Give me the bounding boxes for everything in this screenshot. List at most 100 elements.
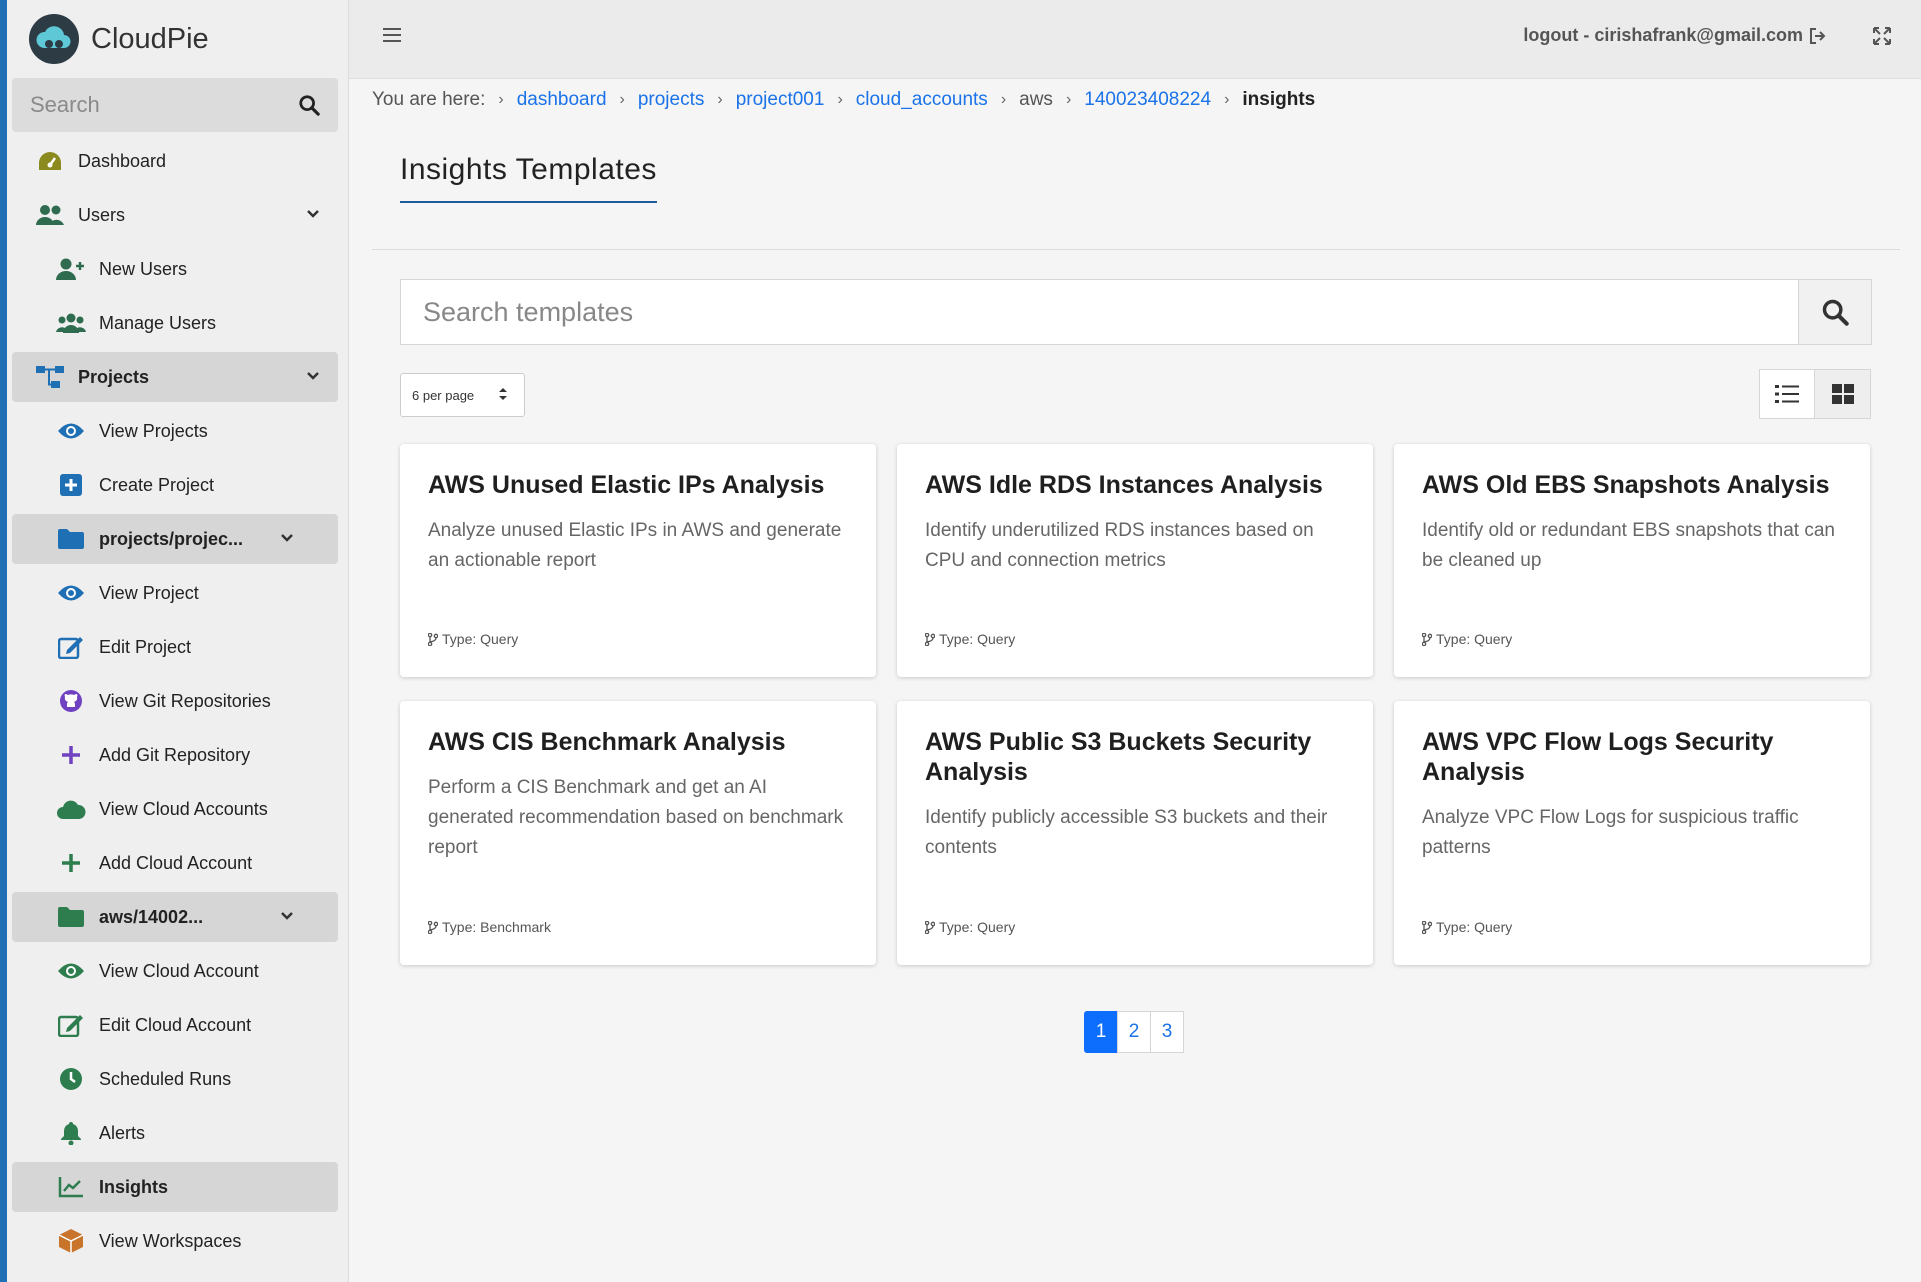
search-icon[interactable] [298, 94, 320, 116]
sidebar-item-alerts[interactable]: Alerts [12, 1108, 338, 1158]
code-branch-icon [925, 920, 935, 934]
card-description: Identify old or redundant EBS snapshots … [1422, 520, 1835, 571]
sidebar-item-view-cloud-account[interactable]: View Cloud Account [12, 946, 338, 996]
chevron-down-icon [281, 912, 293, 920]
card-title: AWS Old EBS Snapshots Analysis [1422, 471, 1830, 499]
sidebar-item-projects[interactable]: Projects [12, 352, 338, 402]
sidebar-item-label: projects/projec... [99, 528, 244, 549]
sidebar-item-view-cloud-accounts[interactable]: View Cloud Accounts [12, 784, 338, 834]
pagination: 1 2 3 [1084, 1011, 1184, 1053]
template-card[interactable]: AWS Idle RDS Instances Analysis Identify… [897, 444, 1373, 677]
sidebar-item-label: View Cloud Account [99, 960, 259, 981]
breadcrumb-separator: › [1000, 91, 1007, 108]
plus-icon [55, 744, 87, 766]
eye-icon [55, 422, 87, 440]
card-type: Type: Benchmark [428, 919, 551, 935]
fullscreen-icon[interactable] [1873, 27, 1891, 45]
template-card[interactable]: AWS Public S3 Buckets Security Analysis … [897, 701, 1373, 965]
sidebar-item-new-users[interactable]: New Users [12, 244, 338, 294]
sidebar-item-view-project[interactable]: View Project [12, 568, 338, 618]
grid-icon [1831, 384, 1854, 404]
chevron-down-icon [307, 210, 319, 218]
card-type: Type: Query [1422, 631, 1512, 647]
breadcrumb-link-project[interactable]: project001 [736, 89, 825, 111]
brand-name: CloudPie [91, 22, 209, 55]
template-card[interactable]: AWS VPC Flow Logs Security Analysis Anal… [1394, 701, 1870, 965]
folder-icon [55, 529, 87, 549]
per-page-select[interactable]: 6 per page [400, 373, 525, 417]
card-type-label: Type: Benchmark [442, 919, 551, 935]
sidebar-item-add-cloud-account[interactable]: Add Cloud Account [12, 838, 338, 888]
sidebar-item-label: Add Cloud Account [99, 852, 253, 873]
sidebar-item-current-project[interactable]: projects/projec... [12, 514, 338, 564]
template-card[interactable]: AWS Old EBS Snapshots Analysis Identify … [1394, 444, 1870, 677]
sitemap-icon [34, 365, 66, 389]
sidebar-item-edit-cloud-account[interactable]: Edit Cloud Account [12, 1000, 338, 1050]
breadcrumb-separator: › [498, 91, 504, 108]
breadcrumb-link-projects[interactable]: projects [638, 89, 705, 111]
grid-view-button[interactable] [1815, 369, 1871, 419]
chevron-down-icon [307, 372, 319, 380]
sidebar-item-label: Insights [99, 1176, 169, 1197]
sidebar-nav: Dashboard Users New Users Manage Users P… [7, 136, 348, 1266]
sidebar-item-view-projects[interactable]: View Projects [12, 406, 338, 456]
card-title: AWS CIS Benchmark Analysis [428, 728, 786, 756]
card-title: AWS VPC Flow Logs Security Analysis [1422, 728, 1774, 786]
sidebar-item-add-git-repository[interactable]: Add Git Repository [12, 730, 338, 780]
brand[interactable]: CloudPie [7, 0, 348, 78]
card-type: Type: Query [428, 631, 518, 647]
breadcrumb-link-cloud-accounts[interactable]: cloud_accounts [856, 89, 988, 111]
topbar: logout - cirishafrank@gmail.com [349, 0, 1921, 79]
page-button-3[interactable]: 3 [1150, 1011, 1184, 1053]
sidebar-item-label: Add Git Repository [99, 744, 251, 765]
logout-link[interactable]: logout - cirishafrank@gmail.com [1523, 25, 1827, 46]
dashboard-gauge-icon [34, 150, 66, 172]
list-view-button[interactable] [1759, 369, 1815, 419]
breadcrumb-separator: › [717, 91, 723, 108]
sidebar-item-label: View Cloud Accounts [99, 798, 268, 819]
breadcrumb-link-account[interactable]: 140023408224 [1084, 89, 1211, 111]
sort-arrows-icon [499, 388, 507, 400]
template-card[interactable]: AWS CIS Benchmark Analysis Perform a CIS… [400, 701, 876, 965]
sidebar-item-view-workspaces[interactable]: View Workspaces [12, 1216, 338, 1266]
breadcrumb-link-dashboard[interactable]: dashboard [517, 89, 607, 111]
sidebar-item-view-git-repositories[interactable]: View Git Repositories [12, 676, 338, 726]
sidebar-search[interactable]: Search [12, 78, 338, 132]
breadcrumb-separator: › [1224, 91, 1230, 108]
sidebar-item-label: Dashboard [78, 150, 167, 171]
page-button-2[interactable]: 2 [1117, 1011, 1151, 1053]
sidebar-item-current-cloud-account[interactable]: aws/14002... [12, 892, 338, 942]
sidebar-search-placeholder: Search [30, 92, 100, 117]
sidebar-item-insights[interactable]: Insights [12, 1162, 338, 1212]
breadcrumb-separator: › [837, 91, 843, 108]
template-search-input[interactable] [401, 280, 1798, 344]
sidebar-item-label: Edit Cloud Account [99, 1014, 252, 1035]
page-button-1[interactable]: 1 [1084, 1011, 1118, 1053]
sidebar-item-label: Create Project [99, 474, 215, 495]
sidebar-item-create-project[interactable]: Create Project [12, 460, 338, 510]
card-type-label: Type: Query [1436, 631, 1513, 647]
sidebar-item-label: View Project [99, 582, 199, 603]
template-search-button[interactable] [1798, 280, 1871, 344]
sidebar-item-label: Edit Project [99, 636, 192, 657]
sidebar: CloudPie Search Dashboard Users New User… [0, 0, 349, 1282]
breadcrumb-separator: › [619, 91, 625, 108]
sidebar-item-dashboard[interactable]: Dashboard [12, 136, 338, 186]
card-type-label: Type: Query [1436, 919, 1513, 935]
card-type: Type: Query [925, 919, 1015, 935]
sidebar-item-manage-users[interactable]: Manage Users [12, 298, 338, 348]
plus-icon [55, 852, 87, 874]
hamburger-menu-icon[interactable] [383, 27, 401, 43]
card-description: Perform a CIS Benchmark and get an AI ge… [428, 777, 844, 858]
sidebar-item-users[interactable]: Users [12, 190, 338, 240]
clock-icon [55, 1067, 87, 1091]
user-plus-icon [55, 258, 87, 280]
view-toggle [1759, 369, 1871, 419]
template-card[interactable]: AWS Unused Elastic IPs Analysis Analyze … [400, 444, 876, 677]
sidebar-item-scheduled-runs[interactable]: Scheduled Runs [12, 1054, 338, 1104]
sign-out-icon [1810, 27, 1826, 44]
card-description: Analyze VPC Flow Logs for suspicious tra… [1422, 807, 1799, 858]
box-icon [55, 1228, 87, 1254]
code-branch-icon [428, 920, 438, 934]
sidebar-item-edit-project[interactable]: Edit Project [12, 622, 338, 672]
